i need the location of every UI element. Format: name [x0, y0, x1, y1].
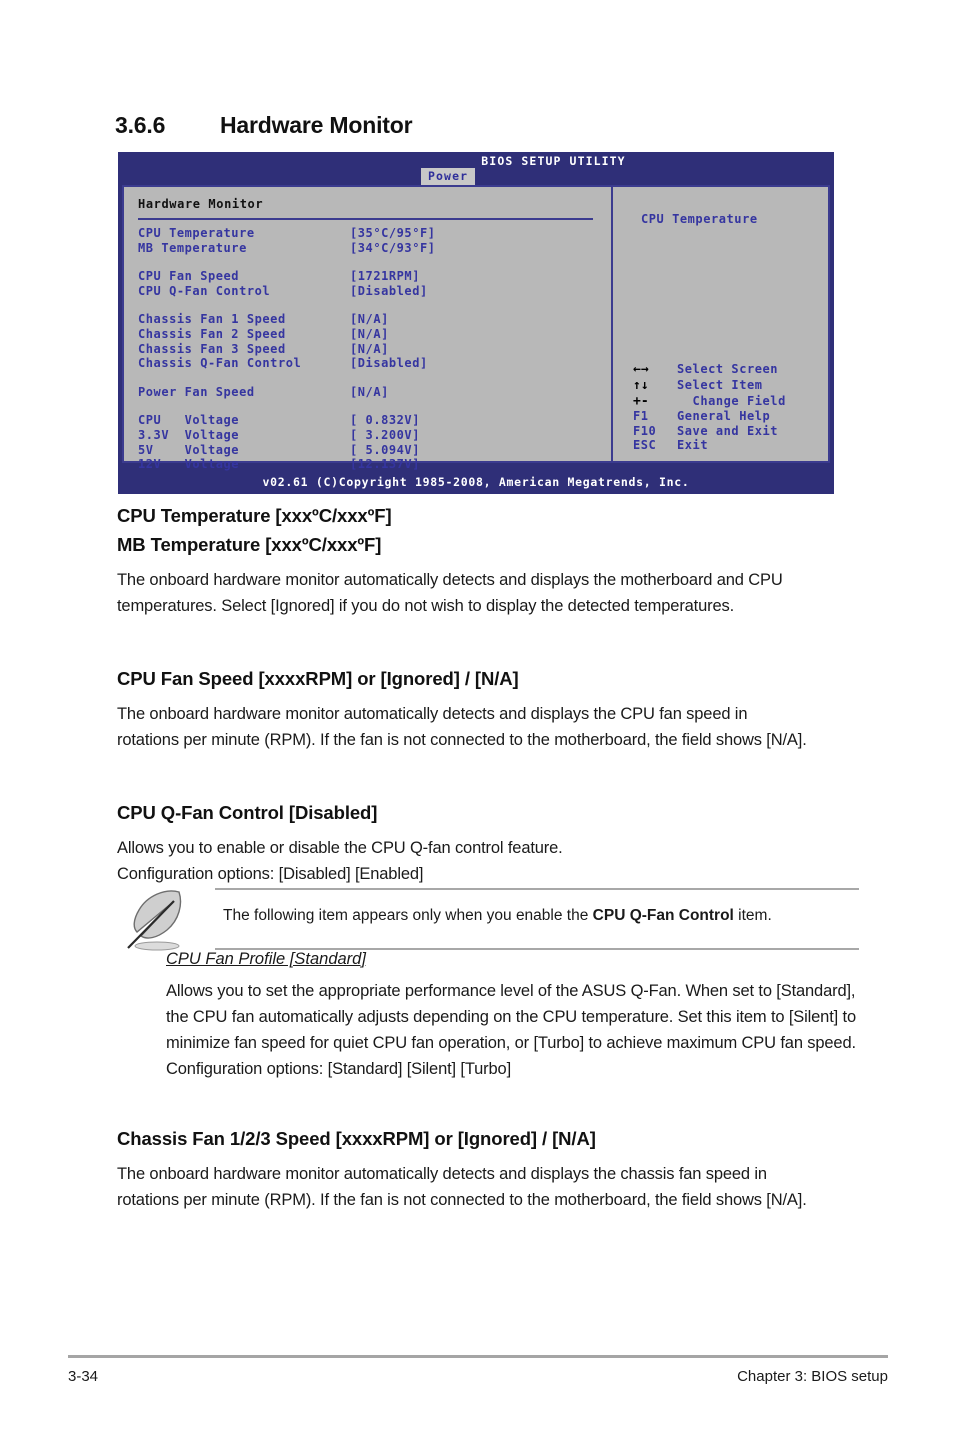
key-legend-row-select-screen: ←→ Select Screen: [633, 362, 833, 378]
note-text-after: item.: [733, 907, 772, 924]
row-spacer: [138, 371, 611, 385]
key-action: General Help: [677, 409, 771, 424]
bios-row-power-fan-speed[interactable]: Power Fan Speed [N/A]: [138, 385, 611, 400]
bios-utility-title: BIOS SETUP UTILITY: [481, 154, 626, 168]
row-label: CPU Voltage: [138, 413, 240, 428]
row-value: [12.137V]: [350, 457, 420, 472]
row-label: Chassis Q-Fan Control: [138, 356, 302, 371]
bios-row-cpu-voltage[interactable]: CPU Voltage [ 0.832V]: [138, 413, 611, 428]
quill-pen-icon: [117, 886, 203, 952]
paragraph-chassis-fan-speed: The onboard hardware monitor automatical…: [117, 1165, 807, 1209]
heading-cpu-temperature: CPU Temperature [xxxºC/xxxºF]: [117, 505, 392, 526]
bios-row-cpu-temperature[interactable]: CPU Temperature [35°C/95°F]: [138, 226, 611, 241]
note-text-before: The following item appears only when you…: [223, 907, 593, 924]
key-legend-row-select-item: ↑↓ Select Item: [633, 378, 833, 394]
note-text-bold: CPU Q-Fan Control: [592, 907, 734, 924]
row-label: Chassis Fan 3 Speed: [138, 341, 286, 356]
divider: [138, 218, 593, 220]
bios-row-cpu-fan-speed[interactable]: CPU Fan Speed [1721RPM]: [138, 269, 611, 284]
bios-row-chassis-fan-2-speed[interactable]: Chassis Fan 2 Speed [N/A]: [138, 327, 611, 342]
note-divider-top: [215, 888, 859, 890]
paragraph-cpu-fan-profile: Allows you to set the appropriate perfor…: [166, 982, 856, 1078]
key-legend-row-save-and-exit: F10 Save and Exit: [633, 424, 833, 439]
help-text: CPU Temperature: [641, 212, 758, 226]
bios-row-chassis-fan-1-speed[interactable]: Chassis Fan 1 Speed [N/A]: [138, 312, 611, 327]
row-value: [1721RPM]: [350, 269, 420, 284]
left-right-arrow-icon: ←→: [633, 362, 649, 378]
paragraph-temperature: The onboard hardware monitor automatical…: [117, 571, 783, 615]
bios-help-panel: CPU Temperature ←→ Select Screen ↑↓ Sele…: [615, 187, 828, 461]
row-label: 5V Voltage: [138, 442, 240, 457]
row-label: 12V Voltage: [138, 457, 240, 472]
key-action: Select Screen: [677, 362, 779, 377]
row-value: [Disabled]: [350, 283, 428, 298]
key-action: Select Item: [677, 378, 763, 393]
paragraph-cpu-qfan-control: Allows you to enable or disable the CPU …: [117, 839, 563, 883]
key-legend-row-exit: ESC Exit: [633, 438, 833, 453]
row-value: [ 5.094V]: [350, 442, 420, 457]
row-value: [ 0.832V]: [350, 413, 420, 428]
row-value: [35°C/95°F]: [350, 226, 436, 240]
bios-row-3v3-voltage[interactable]: 3.3V Voltage [ 3.200V]: [138, 428, 611, 443]
key-label: ESC: [633, 438, 657, 453]
chapter-label: Chapter 3: BIOS setup: [737, 1368, 888, 1385]
bios-row-cpu-qfan-control[interactable]: CPU Q-Fan Control [Disabled]: [138, 284, 611, 299]
key-legend-row-change-field: +- Change Field: [633, 394, 833, 410]
bios-row-mb-temperature[interactable]: MB Temperature [34°C/93°F]: [138, 241, 611, 256]
row-value: [N/A]: [350, 312, 389, 327]
section-number: 3.6.6: [115, 112, 166, 138]
bios-row-12v-voltage[interactable]: 12V Voltage [12.137V]: [138, 457, 611, 472]
bios-tab-bar: Power: [118, 168, 834, 185]
row-value: [N/A]: [350, 326, 389, 341]
heading-mb-temperature: MB Temperature [xxxºC/xxxºF]: [117, 534, 382, 555]
bios-row-chassis-qfan-control[interactable]: Chassis Q-Fan Control [Disabled]: [138, 356, 611, 371]
row-value: [Disabled]: [350, 356, 428, 371]
bios-body: Hardware Monitor CPU Temperature [35°C/9…: [122, 185, 830, 471]
paragraph-cpu-fan-speed: The onboard hardware monitor automatical…: [117, 705, 807, 749]
row-label: Chassis Fan 2 Speed: [138, 326, 286, 341]
row-value: [N/A]: [350, 384, 389, 399]
up-down-arrow-icon: ↑↓: [633, 378, 649, 394]
note-box: The following item appears only when you…: [117, 886, 859, 952]
page-number: 3-34: [68, 1368, 99, 1385]
bios-copyright-footer: v02.61 (C)Copyright 1985-2008, American …: [262, 475, 690, 489]
row-spacer: [138, 298, 611, 312]
bios-row-5v-voltage[interactable]: 5V Voltage [ 5.094V]: [138, 443, 611, 458]
key-action: Change Field: [677, 393, 786, 408]
footer-divider: [68, 1355, 888, 1358]
row-label: CPU Q-Fan Control: [138, 283, 271, 298]
row-label: CPU Fan Speed: [138, 269, 240, 284]
hardware-monitor-heading: Hardware Monitor: [138, 197, 264, 211]
row-spacer: [138, 399, 611, 413]
tab-power[interactable]: Power: [421, 168, 476, 185]
key-label: F10: [633, 423, 657, 438]
heading-cpu-fan-speed: CPU Fan Speed [xxxxRPM] or [Ignored] / […: [117, 668, 519, 689]
row-label: 3.3V Voltage: [138, 427, 240, 442]
plus-minus-icon: +-: [633, 393, 649, 409]
page-title: Hardware Monitor: [220, 112, 413, 138]
heading-chassis-fan-speed: Chassis Fan 1/2/3 Speed [xxxxRPM] or [Ig…: [117, 1128, 596, 1149]
note-text: The following item appears only when you…: [223, 905, 863, 927]
key-action: Save and Exit: [677, 423, 779, 438]
bios-left-panel: Hardware Monitor CPU Temperature [35°C/9…: [124, 187, 613, 471]
section-heading: 3.6.6 Hardware Monitor: [115, 112, 875, 139]
row-label: MB Temperature: [138, 240, 247, 255]
row-label: CPU Temperature: [138, 226, 255, 240]
bios-setup-screenshot: BIOS SETUP UTILITY Power Hardware Monito…: [118, 152, 834, 494]
row-value: [34°C/93°F]: [350, 240, 436, 255]
key-action: Exit: [677, 438, 709, 453]
key-label: F1: [633, 409, 649, 424]
row-label: Chassis Fan 1 Speed: [138, 312, 286, 327]
row-value: [ 3.200V]: [350, 427, 420, 442]
bios-row-chassis-fan-3-speed[interactable]: Chassis Fan 3 Speed [N/A]: [138, 342, 611, 357]
row-spacer: [138, 255, 611, 269]
bios-key-legend: ←→ Select Screen ↑↓ Select Item +- Chang…: [633, 362, 833, 453]
row-label: Power Fan Speed: [138, 384, 255, 399]
row-value: [N/A]: [350, 341, 389, 356]
key-legend-row-general-help: F1 General Help: [633, 409, 833, 424]
heading-cpu-fan-profile: CPU Fan Profile [Standard]: [166, 950, 366, 968]
heading-cpu-qfan-control: CPU Q-Fan Control [Disabled]: [117, 802, 378, 823]
